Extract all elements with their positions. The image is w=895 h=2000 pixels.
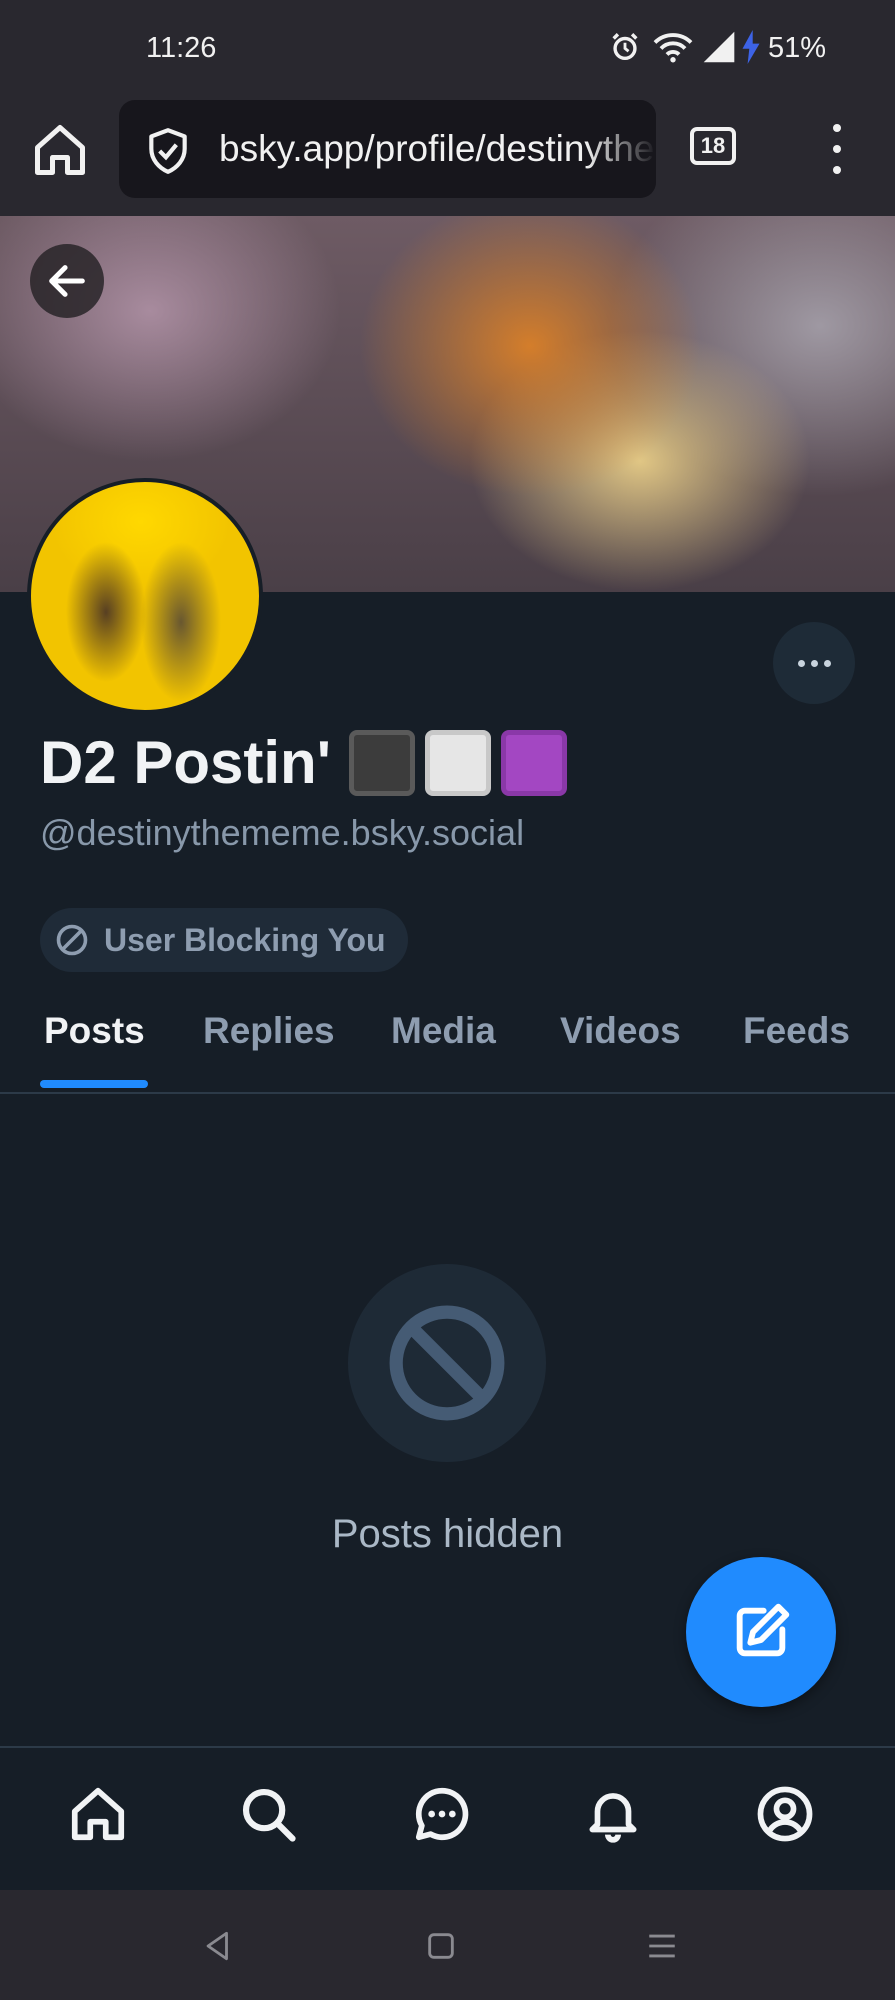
nav-home[interactable] xyxy=(66,1782,130,1846)
tab-replies[interactable]: Replies xyxy=(203,1010,335,1052)
nav-profile[interactable] xyxy=(753,1782,817,1846)
search-icon xyxy=(242,1788,296,1842)
back-triangle-icon xyxy=(206,1931,228,1961)
browser-home-button[interactable] xyxy=(30,120,90,180)
block-icon xyxy=(389,1305,505,1421)
status-time: 11:26 xyxy=(146,32,217,64)
nav-chat[interactable] xyxy=(410,1782,474,1846)
white-square-emoji xyxy=(424,729,491,796)
address-bar[interactable]: bsky.app/profile/destinythememe.bsky.soc… xyxy=(119,100,656,198)
tab-counter-button[interactable]: 18 xyxy=(690,127,736,165)
back-arrow-icon xyxy=(49,265,85,297)
more-vertical-icon xyxy=(833,124,841,132)
blocking-badge[interactable]: User Blocking You xyxy=(40,908,408,972)
url-fade xyxy=(586,100,656,198)
compose-icon xyxy=(736,1603,790,1657)
nav-search[interactable] xyxy=(236,1782,300,1846)
more-horizontal-icon xyxy=(797,659,805,667)
tab-videos[interactable]: Videos xyxy=(560,1010,681,1052)
profile-handle: @destinythememe.bsky.social xyxy=(40,812,525,853)
black-square-emoji xyxy=(348,729,415,796)
home-icon xyxy=(71,1787,125,1841)
posts-hidden-indicator xyxy=(348,1264,546,1462)
active-tab-indicator xyxy=(40,1080,148,1088)
battery-percentage: 51% xyxy=(768,32,827,64)
blocking-label: User Blocking You xyxy=(104,921,386,958)
profile-display-name: D2 Postin' xyxy=(40,728,567,797)
recents-lines-icon xyxy=(649,1934,675,1958)
tab-media[interactable]: Media xyxy=(391,1010,496,1052)
home-square-icon xyxy=(428,1933,454,1959)
profile-more-button[interactable] xyxy=(773,622,855,704)
status-icons xyxy=(608,30,762,64)
profile-icon xyxy=(757,1786,813,1842)
system-home-button[interactable] xyxy=(421,1926,461,1966)
tab-feeds[interactable]: Feeds xyxy=(743,1010,850,1052)
system-back-button[interactable] xyxy=(198,1926,238,1966)
block-icon xyxy=(56,924,88,956)
back-button[interactable] xyxy=(30,244,104,318)
browser-toolbar: bsky.app/profile/destinythememe.bsky.soc… xyxy=(0,98,895,216)
nav-notifications[interactable] xyxy=(581,1782,645,1846)
status-bar: 11:26 51% xyxy=(0,0,895,98)
avatar[interactable] xyxy=(27,478,263,714)
system-navigation-bar xyxy=(0,1890,895,2000)
posts-hidden-text: Posts hidden xyxy=(331,1512,564,1556)
tab-posts[interactable]: Posts xyxy=(44,1010,145,1052)
bottom-navigation xyxy=(0,1746,895,1892)
signal-icon xyxy=(703,31,735,63)
purple-square-emoji xyxy=(500,729,567,796)
alarm-icon xyxy=(612,33,638,61)
bell-icon xyxy=(589,1793,637,1843)
wifi-icon xyxy=(653,33,693,63)
display-name-text: D2 Postin' xyxy=(40,729,331,796)
charging-bolt-icon xyxy=(742,30,760,64)
home-icon xyxy=(35,125,85,175)
compose-button[interactable] xyxy=(686,1557,836,1707)
browser-menu-button[interactable] xyxy=(820,124,854,174)
system-recents-button[interactable] xyxy=(642,1926,682,1966)
shield-check-icon xyxy=(149,128,187,174)
chat-icon xyxy=(415,1787,469,1841)
